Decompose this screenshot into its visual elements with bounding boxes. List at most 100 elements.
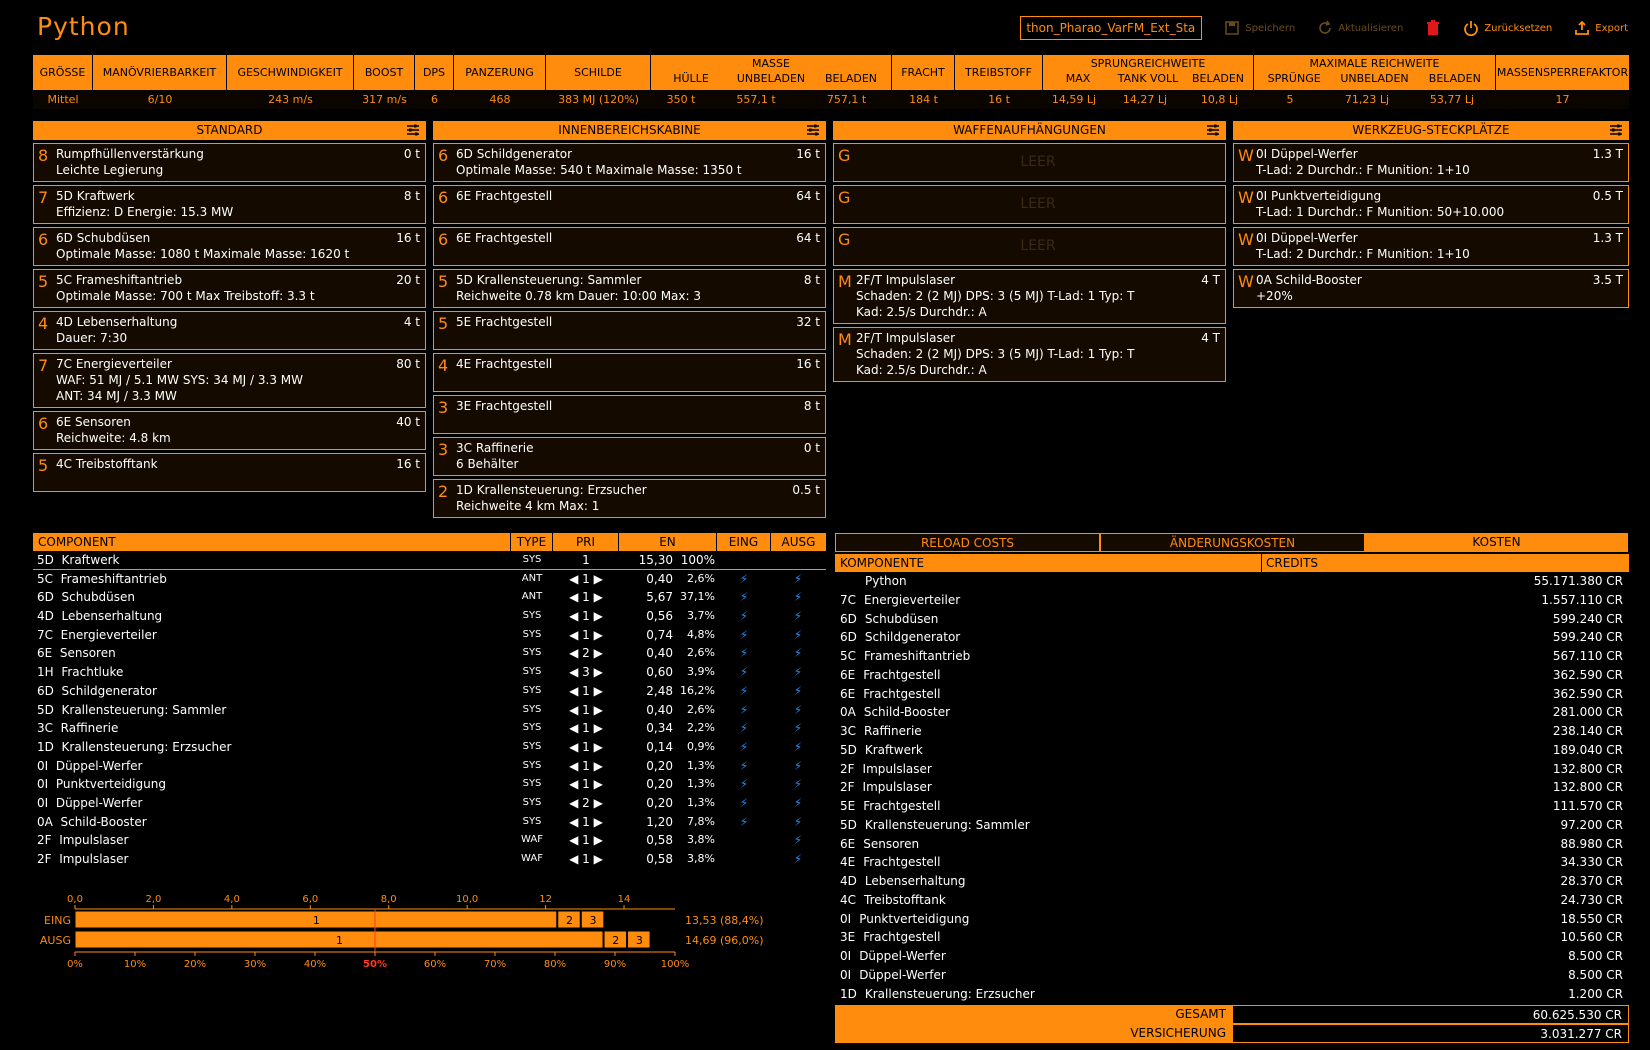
cost-row[interactable]: 4C Treibstofftank 24.730 CR [835, 891, 1629, 910]
lightning-icon[interactable]: ⚡ [771, 813, 825, 832]
cost-row[interactable]: 0I Düppel-Werfer 8.500 CR [835, 966, 1629, 985]
internal-slot[interactable]: 4 4E Frachtgestell 16 t [433, 353, 826, 392]
cost-row[interactable]: 6D Schubdüsen 599.240 CR [835, 610, 1629, 629]
priority-up-icon[interactable]: ▶ [594, 815, 603, 829]
priority-stepper[interactable]: ◀ 1 ▶ [553, 850, 619, 869]
cost-header-component[interactable]: KOMPONENTE [835, 554, 1262, 572]
lightning-icon[interactable]: ⚡ [771, 850, 825, 869]
lightning-icon[interactable]: ⚡ [717, 663, 771, 682]
standard-slot[interactable]: 6 6D Schubdüsen 16 t Optimale Masse: 1080 t… [33, 227, 426, 266]
power-header-component[interactable]: COMPONENT [33, 533, 511, 551]
tab-costs[interactable]: KOSTEN [1365, 533, 1629, 552]
cost-row[interactable]: 5D Kraftwerk 189.040 CR [835, 741, 1629, 760]
reset-button[interactable]: Zurücksetzen [1463, 20, 1552, 36]
hardpoints-slot[interactable]: G LEER [833, 143, 1226, 182]
lightning-icon[interactable]: ⚡ [771, 775, 825, 794]
internal-slot[interactable]: 6 6E Frachtgestell 64 t [433, 227, 826, 266]
cost-row[interactable]: 3E Frachtgestell 10.560 CR [835, 928, 1629, 947]
priority-up-icon[interactable]: ▶ [594, 646, 603, 660]
cost-row[interactable]: 0A Schild-Booster 281.000 CR [835, 703, 1629, 722]
priority-up-icon[interactable]: ▶ [594, 777, 603, 791]
delete-button[interactable] [1425, 20, 1441, 36]
power-header-type[interactable]: TYPE [511, 533, 553, 551]
lightning-icon[interactable]: ⚡ [717, 644, 771, 663]
hardpoints-slot[interactable]: M 2F/T Impulslaser 4 T Schaden: 2 (2 MJ) DP… [833, 269, 1226, 324]
cost-row[interactable]: 7C Energieverteiler 1.557.110 CR [835, 591, 1629, 610]
priority-down-icon[interactable]: ◀ [569, 759, 578, 773]
export-button[interactable]: Export [1574, 20, 1628, 36]
settings-icon[interactable] [406, 124, 420, 136]
cost-row[interactable]: 3C Raffinerie 238.140 CR [835, 722, 1629, 741]
priority-up-icon[interactable]: ▶ [594, 684, 603, 698]
tab-reload-costs[interactable]: RELOAD COSTS [835, 533, 1100, 552]
lightning-icon[interactable]: ⚡ [717, 607, 771, 626]
hardpoints-slot[interactable]: G LEER [833, 227, 1226, 266]
standard-slot[interactable]: 4 4D Lebenserhaltung 4 t Dauer: 7:30 [33, 311, 426, 350]
priority-up-icon[interactable]: ▶ [594, 628, 603, 642]
settings-icon[interactable] [1206, 124, 1220, 136]
priority-down-icon[interactable]: ◀ [569, 572, 578, 586]
power-header-en[interactable]: EN [619, 533, 717, 551]
priority-down-icon[interactable]: ◀ [569, 721, 578, 735]
standard-panel-header[interactable]: STANDARD [33, 121, 426, 140]
utility-panel-header[interactable]: WERKZEUG-STECKPLÄTZE [1233, 121, 1629, 140]
lightning-icon[interactable]: ⚡ [771, 626, 825, 645]
lightning-icon[interactable]: ⚡ [717, 701, 771, 720]
priority-stepper[interactable]: ◀ 2 ▶ [553, 644, 619, 663]
lightning-icon[interactable]: ⚡ [771, 719, 825, 738]
internal-slot[interactable]: 5 5D Krallensteuerung: Sammler 8 t Reichwei… [433, 269, 826, 308]
priority-down-icon[interactable]: ◀ [569, 796, 578, 810]
priority-stepper[interactable]: ◀ 1 ▶ [553, 607, 619, 626]
lightning-icon[interactable]: ⚡ [771, 682, 825, 701]
priority-down-icon[interactable]: ◀ [569, 740, 578, 754]
settings-icon[interactable] [1609, 124, 1623, 136]
hardpoints-slot[interactable]: M 2F/T Impulslaser 4 T Schaden: 2 (2 MJ) DP… [833, 327, 1226, 382]
cost-row[interactable]: 5E Frachtgestell 111.570 CR [835, 797, 1629, 816]
standard-slot[interactable]: 5 5C Frameshiftantrieb 20 t Optimale Masse:… [33, 269, 426, 308]
lightning-icon[interactable]: ⚡ [717, 588, 771, 607]
priority-down-icon[interactable]: ◀ [569, 815, 578, 829]
internal-slot[interactable]: 2 1D Krallensteuerung: Erzsucher 0.5 t Reic… [433, 479, 826, 518]
lightning-icon[interactable]: ⚡ [771, 794, 825, 813]
cost-row[interactable]: 6E Frachtgestell 362.590 CR [835, 666, 1629, 685]
priority-stepper[interactable]: ◀ 3 ▶ [553, 663, 619, 682]
utility-slot[interactable]: W 0I Düppel-Werfer 1.3 T T-Lad: 2 Durchdr.:… [1233, 227, 1629, 266]
lightning-icon[interactable]: ⚡ [771, 701, 825, 720]
lightning-icon[interactable]: ⚡ [771, 831, 825, 850]
refresh-button[interactable]: Aktualisieren [1317, 20, 1403, 36]
lightning-icon[interactable]: ⚡ [771, 663, 825, 682]
internal-slot[interactable]: 6 6D Schildgenerator 16 t Optimale Masse: 5… [433, 143, 826, 182]
internal-slot[interactable]: 5 5E Frachtgestell 32 t [433, 311, 826, 350]
cost-row[interactable]: 4E Frachtgestell 34.330 CR [835, 853, 1629, 872]
priority-up-icon[interactable]: ▶ [594, 759, 603, 773]
priority-down-icon[interactable]: ◀ [569, 703, 578, 717]
lightning-icon[interactable]: ⚡ [771, 738, 825, 757]
hardpoints-slot[interactable]: G LEER [833, 185, 1226, 224]
priority-up-icon[interactable]: ▶ [594, 740, 603, 754]
lightning-icon[interactable]: ⚡ [717, 738, 771, 757]
priority-stepper[interactable]: ◀ 1 ▶ [553, 701, 619, 720]
priority-down-icon[interactable]: ◀ [569, 833, 578, 847]
internal-panel-header[interactable]: INNENBEREICHSKABINE [433, 121, 826, 140]
lightning-icon[interactable]: ⚡ [717, 626, 771, 645]
lightning-icon[interactable]: ⚡ [717, 570, 771, 589]
priority-up-icon[interactable]: ▶ [594, 833, 603, 847]
internal-slot[interactable]: 3 3E Frachtgestell 8 t [433, 395, 826, 434]
cost-row[interactable]: 0I Punktverteidigung 18.550 CR [835, 910, 1629, 929]
priority-down-icon[interactable]: ◀ [569, 646, 578, 660]
priority-down-icon[interactable]: ◀ [569, 590, 578, 604]
priority-stepper[interactable]: ◀ 1 ▶ [553, 588, 619, 607]
lightning-icon[interactable]: ⚡ [717, 757, 771, 776]
power-header-pri[interactable]: PRI [553, 533, 619, 551]
priority-stepper[interactable]: ◀ 1 ▶ [553, 570, 619, 589]
priority-down-icon[interactable]: ◀ [569, 665, 578, 679]
priority-up-icon[interactable]: ▶ [594, 609, 603, 623]
hardpoints-panel-header[interactable]: WAFFENAUFHÄNGUNGEN [833, 121, 1226, 140]
lightning-icon[interactable]: ⚡ [717, 682, 771, 701]
cost-row[interactable]: 1D Krallensteuerung: Erzsucher 1.200 CR [835, 985, 1629, 1004]
lightning-icon[interactable]: ⚡ [771, 607, 825, 626]
cost-row[interactable]: 5D Krallensteuerung: Sammler 97.200 CR [835, 816, 1629, 835]
priority-stepper[interactable]: ◀ 1 ▶ [553, 719, 619, 738]
standard-slot[interactable]: 5 4C Treibstofftank 16 t [33, 453, 426, 492]
utility-slot[interactable]: W 0A Schild-Booster 3.5 T +20% [1233, 269, 1629, 308]
